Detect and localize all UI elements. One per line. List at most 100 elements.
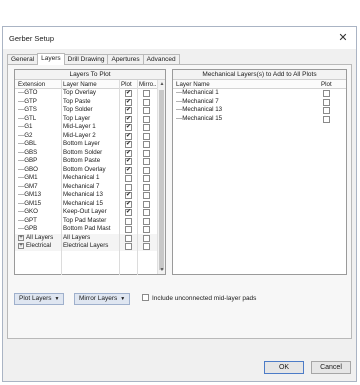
plot-checkbox[interactable]: ✔ [125,141,132,148]
plot-layers-dropdown[interactable]: Plot Layers ▼ [14,293,65,305]
mirror-checkbox[interactable] [143,149,150,157]
scroll-down-icon[interactable]: ▼ [158,266,166,274]
plot-checkbox[interactable] [125,175,132,182]
layer-name: Bottom Solder [63,148,103,156]
mechanical-layer-row[interactable]: Mechanical 1 [173,89,346,98]
mirror-checkbox[interactable] [143,98,150,106]
plot-checkbox[interactable]: ✔ [125,158,132,165]
scroll-up-icon[interactable]: ▲ [158,80,166,88]
layer-extension: GKO [18,208,38,217]
col-mirror[interactable]: Mirro... [139,80,159,89]
col-layer-name[interactable]: Layer Name [176,80,210,89]
scroll-thumb[interactable] [159,90,164,270]
layer-extension: GTL [18,115,36,124]
layers-table-header: Extension Layer Name Plot Mirro... [15,80,165,89]
plot-checkbox[interactable] [125,226,132,233]
mirror-checkbox[interactable] [143,243,150,250]
plot-checkbox[interactable]: ✔ [125,209,132,216]
plot-checkbox[interactable] [323,98,330,106]
layer-row[interactable]: GM15 Mechanical 15 ✔ [15,200,165,209]
mirror-checkbox[interactable] [143,141,150,148]
layer-row[interactable]: GTP Top Paste ✔ [15,98,165,107]
layer-group-row[interactable]: + Electrical Electrical Layers [15,242,165,251]
plot-checkbox[interactable] [323,107,330,114]
layer-row[interactable]: GTO Top Overlay ✔ [15,89,165,98]
layer-extension: GM13 [18,191,41,200]
plot-checkbox[interactable]: ✔ [125,107,132,114]
expand-icon[interactable]: + [18,243,24,249]
layer-extension: GM7 [18,183,37,192]
mirror-checkbox[interactable] [143,166,150,174]
column-divider [61,80,62,275]
include-unconnected-checkbox[interactable] [142,294,149,301]
mirror-checkbox[interactable] [143,90,150,97]
plot-checkbox[interactable]: ✔ [125,200,132,208]
mechanical-layer-name: Mechanical 13 [176,106,222,115]
layers-scrollbar[interactable]: ▲ ▼ [157,80,165,274]
col-extension[interactable]: Extension [18,80,45,89]
plot-checkbox[interactable] [125,234,132,242]
mirror-checkbox[interactable] [143,209,150,216]
mirror-checkbox[interactable] [143,226,150,233]
plot-checkbox[interactable]: ✔ [125,124,132,131]
plot-checkbox[interactable] [125,217,132,225]
plot-checkbox[interactable] [323,115,330,123]
col-layer-name[interactable]: Layer Name [63,80,97,89]
mirror-checkbox[interactable] [143,132,150,140]
layer-row[interactable]: GM1 Mechanical 1 [15,174,165,183]
layer-row[interactable]: GTL Top Layer ✔ [15,115,165,124]
mirror-checkbox[interactable] [143,200,150,208]
include-unconnected-option[interactable]: Include unconnected mid-layer pads [142,294,256,303]
mirror-checkbox[interactable] [143,217,150,225]
mirror-checkbox[interactable] [143,124,150,131]
expand-icon[interactable]: + [18,234,24,241]
mirror-checkbox[interactable] [143,175,150,182]
layer-row[interactable]: GPT Top Pad Master [15,217,165,226]
layer-row[interactable]: GTS Top Solder ✔ [15,106,165,115]
layer-row[interactable]: GBP Bottom Paste ✔ [15,157,165,166]
layer-row[interactable]: GPB Bottom Pad Mast [15,225,165,234]
layer-row[interactable]: G2 Mid-Layer 2 ✔ [15,132,165,141]
layer-group-name: Electrical Layers [63,242,109,249]
mirror-checkbox[interactable] [143,234,150,242]
ok-button[interactable]: OK [264,361,304,374]
plot-checkbox[interactable]: ✔ [125,98,132,106]
mirror-checkbox[interactable] [143,183,150,191]
col-plot[interactable]: Plot [321,80,332,89]
tab-layers[interactable]: Layers [37,53,65,65]
mirror-layers-dropdown[interactable]: Mirror Layers ▼ [74,293,131,305]
layer-row[interactable]: GBS Bottom Solder ✔ [15,149,165,158]
cancel-button[interactable]: Cancel [311,361,351,374]
layer-row[interactable]: G1 Mid-Layer 1 ✔ [15,123,165,132]
plot-checkbox[interactable]: ✔ [125,149,132,157]
layer-name: Mechanical 13 [63,191,103,198]
close-icon[interactable]: ✕ [336,31,350,45]
layer-row[interactable]: GKO Keep-Out Layer ✔ [15,208,165,217]
layer-group-ext-label: Electrical [26,242,52,249]
mechanical-layer-row[interactable]: Mechanical 15 [173,115,346,124]
mirror-checkbox[interactable] [143,107,150,114]
mirror-checkbox[interactable] [143,192,150,199]
mechanical-table-body: Mechanical 1Mechanical 7Mechanical 13Mec… [173,89,346,123]
layer-row[interactable]: GM7 Mechanical 7 [15,183,165,192]
mechanical-layer-row[interactable]: Mechanical 13 [173,106,346,115]
plot-checkbox[interactable] [323,90,330,97]
plot-checkbox[interactable]: ✔ [125,166,132,174]
layer-extension: GBP [18,157,37,166]
layer-row[interactable]: GM13 Mechanical 13 ✔ [15,191,165,200]
layer-group-row[interactable]: + All Layers All Layers [15,233,165,242]
plot-checkbox[interactable] [125,183,132,191]
layer-row[interactable]: GBO Bottom Overlay ✔ [15,166,165,175]
plot-checkbox[interactable]: ✔ [125,192,132,199]
plot-checkbox[interactable]: ✔ [125,90,132,97]
mechanical-layers-group: Mechanical Layers(s) to Add to All Plots… [172,69,347,275]
plot-checkbox[interactable]: ✔ [125,115,132,123]
layer-extension: GTS [18,106,37,115]
mechanical-layer-row[interactable]: Mechanical 7 [173,98,346,107]
plot-checkbox[interactable] [125,243,132,250]
mirror-checkbox[interactable] [143,115,150,123]
plot-checkbox[interactable]: ✔ [125,132,132,140]
col-plot[interactable]: Plot [121,80,132,89]
layer-row[interactable]: GBL Bottom Layer ✔ [15,140,165,149]
mirror-checkbox[interactable] [143,158,150,165]
